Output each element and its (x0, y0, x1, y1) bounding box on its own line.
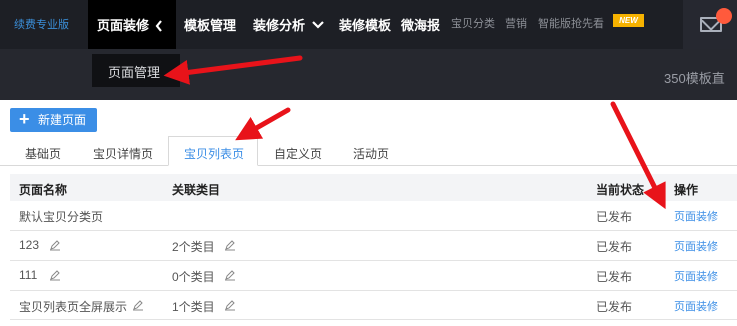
tab-divider (0, 165, 737, 166)
dropdown-item-page-manage[interactable]: 页面管理 (108, 62, 160, 81)
row-category[interactable]: 2个类目 (172, 238, 215, 255)
tab-activity-page[interactable]: 活动页 (353, 145, 389, 162)
tab-item-list-page[interactable]: 宝贝列表页 (184, 145, 244, 162)
nav-item-marketing[interactable]: 营销 (505, 15, 527, 31)
nav-item-smart-preview[interactable]: 智能版抢先看 (538, 15, 604, 31)
row-name: 宝贝列表页全屏展示 (19, 300, 128, 314)
row-divider (10, 230, 737, 231)
nav-item-template-manage[interactable]: 模板管理 (184, 15, 236, 34)
row-status: 已发布 (596, 270, 633, 284)
column-header-action: 操作 (674, 183, 699, 197)
column-header-category: 关联类目 (172, 183, 221, 197)
new-page-button-label: 新建页面 (38, 113, 87, 127)
nav-item-decoration-analysis[interactable]: 装修分析 (253, 15, 305, 34)
new-page-button[interactable]: + 新建页面 (10, 108, 97, 132)
page-decorate-link[interactable]: 页面装修 (674, 238, 718, 254)
template-count-note: 350模板直 (664, 71, 725, 86)
row-name: 123 (19, 238, 40, 252)
row-category[interactable]: 1个类目 (172, 298, 215, 315)
column-header-name: 页面名称 (19, 183, 68, 197)
row-status: 已发布 (596, 300, 633, 314)
row-divider (10, 319, 737, 320)
tab-item-detail-page[interactable]: 宝贝详情页 (93, 145, 153, 162)
new-badge: NEW (613, 14, 644, 27)
edit-pencil-icon[interactable] (132, 299, 144, 311)
nav-item-decoration-template[interactable]: 装修模板 (339, 15, 391, 34)
plus-icon: + (19, 109, 30, 129)
column-header-status: 当前状态 (596, 183, 645, 197)
notification-dot (716, 8, 732, 24)
edit-pencil-icon[interactable] (224, 269, 236, 281)
edit-pencil-icon[interactable] (49, 269, 61, 281)
chevron-down-icon (312, 21, 324, 29)
nav-item-page-decoration-label[interactable]: 页面装修 (97, 15, 149, 34)
nav-item-micro-poster[interactable]: 微海报 (401, 15, 440, 34)
row-category[interactable]: 0个类目 (172, 268, 215, 285)
tab-basic-page[interactable]: 基础页 (25, 145, 61, 162)
page-decorate-link[interactable]: 页面装修 (674, 268, 718, 284)
arrow-to-list-tab (235, 107, 291, 141)
brand-link[interactable]: 续费专业版 (14, 16, 69, 32)
row-name: 111 (19, 268, 38, 282)
chevron-left-icon (155, 20, 162, 32)
page-decorate-link[interactable]: 页面装修 (674, 208, 718, 224)
nav-item-item-category[interactable]: 宝贝分类 (451, 15, 495, 31)
page-decorate-link[interactable]: 页面装修 (674, 298, 718, 314)
row-name: 默认宝贝分类页 (19, 210, 104, 224)
edit-pencil-icon[interactable] (49, 239, 61, 251)
tab-custom-page[interactable]: 自定义页 (274, 145, 322, 162)
row-divider (10, 260, 737, 261)
row-status: 已发布 (596, 240, 633, 254)
edit-pencil-icon[interactable] (224, 239, 236, 251)
row-status: 已发布 (596, 210, 633, 224)
row-divider (10, 290, 737, 291)
edit-pencil-icon[interactable] (224, 299, 236, 311)
